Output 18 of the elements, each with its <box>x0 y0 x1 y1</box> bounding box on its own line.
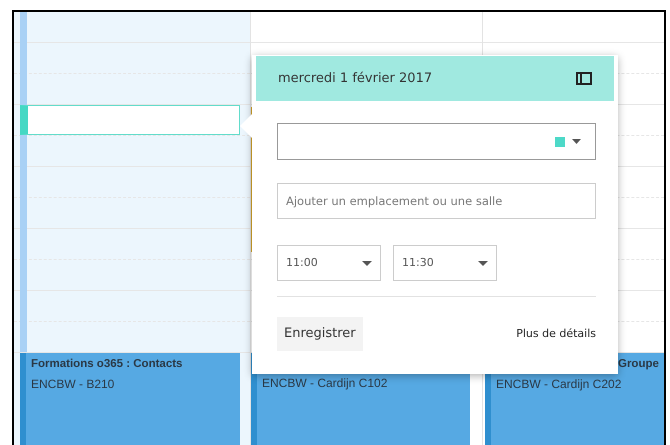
caret-icon[interactable] <box>478 260 488 266</box>
event-location: ENCBW - Cardijn C202 <box>496 376 622 394</box>
save-button[interactable]: Enregistrer <box>277 317 363 351</box>
event-block[interactable]: Formations o365 : Contacts ENCBW - B210 <box>20 353 240 445</box>
more-details-link[interactable]: Plus de détails <box>516 326 596 342</box>
caret-icon[interactable] <box>572 139 581 144</box>
title-field[interactable] <box>277 123 596 160</box>
caret-icon[interactable] <box>362 260 372 266</box>
location-field[interactable]: Ajouter un emplacement ou une salle <box>277 183 596 219</box>
end-time-dropdown[interactable]: 11:30 <box>393 245 497 281</box>
event-location: ENCBW - Cardijn C102 <box>262 375 388 392</box>
event-title: Formations o365 : Contacts <box>31 357 184 372</box>
event-title: Groupe <box>618 357 660 372</box>
event-location: ENCBW - B210 <box>31 376 114 394</box>
category-swatch[interactable] <box>555 136 565 146</box>
panel-icon[interactable] <box>576 72 592 85</box>
start-time-dropdown[interactable]: 11:00 <box>277 245 381 281</box>
date-title: mercredi 1 février 2017 <box>278 70 432 88</box>
